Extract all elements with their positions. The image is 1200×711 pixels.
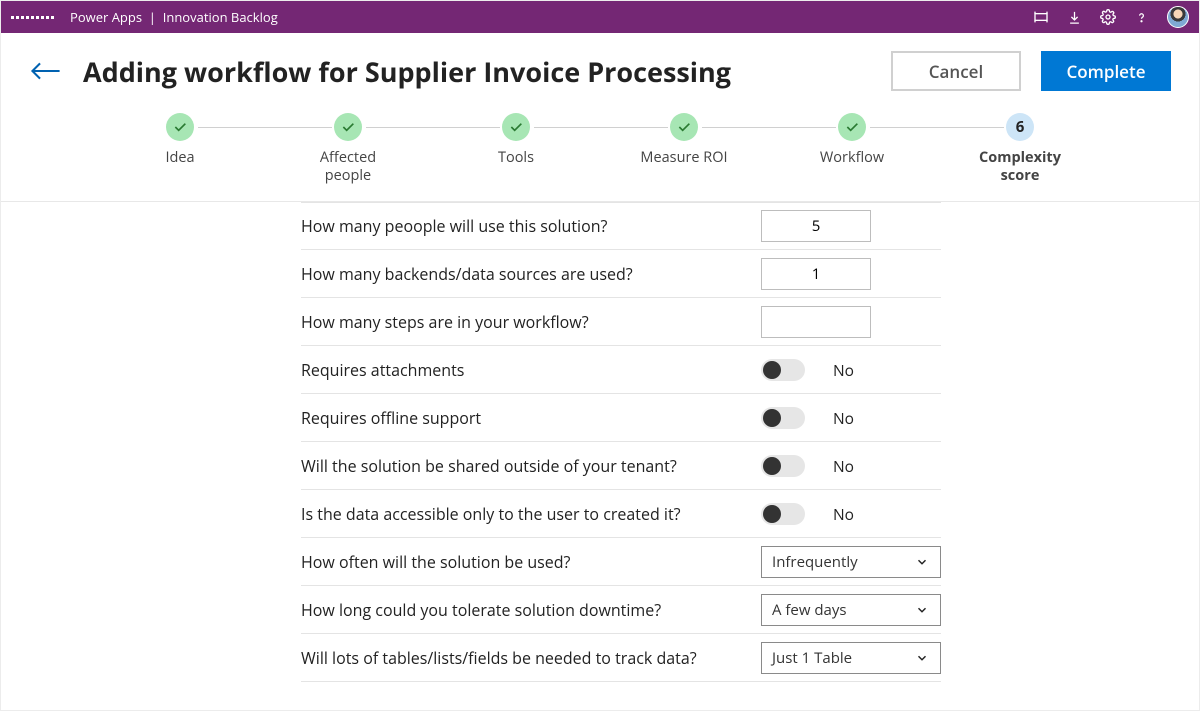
- user-avatar[interactable]: [1167, 6, 1189, 28]
- row-people-count: How many peoople will use this solution?: [301, 202, 941, 250]
- chevron-down-icon: [914, 555, 930, 569]
- help-icon[interactable]: [1134, 10, 1149, 25]
- step-affected-people[interactable]: Affected people: [303, 113, 393, 185]
- attachments-toggle[interactable]: [761, 359, 805, 381]
- field-label: How often will the solution be used?: [301, 551, 761, 573]
- download-icon[interactable]: [1067, 10, 1082, 25]
- tables-needed-select[interactable]: Just 1 Table: [761, 642, 941, 674]
- data-access-toggle[interactable]: [761, 503, 805, 525]
- wizard-stepper: Idea Affected people Tools Measure ROI W…: [1, 107, 1199, 202]
- backends-count-input[interactable]: [761, 258, 871, 290]
- row-attachments: Requires attachments No: [301, 346, 941, 394]
- step-number-badge: 6: [1006, 113, 1034, 141]
- check-icon: [838, 113, 866, 141]
- check-icon: [334, 113, 362, 141]
- field-label: How many backends/data sources are used?: [301, 263, 761, 285]
- row-tables-needed: Will lots of tables/lists/fields be need…: [301, 634, 941, 682]
- toggle-value-label: No: [833, 359, 854, 381]
- select-value: Just 1 Table: [772, 648, 852, 668]
- shared-outside-toggle[interactable]: [761, 455, 805, 477]
- downtime-tolerance-select[interactable]: A few days: [761, 594, 941, 626]
- row-data-access: Is the data accessible only to the user …: [301, 490, 941, 538]
- offline-toggle[interactable]: [761, 407, 805, 429]
- field-label: Will the solution be shared outside of y…: [301, 455, 761, 477]
- toggle-value-label: No: [833, 503, 854, 525]
- page-title: Adding workflow for Supplier Invoice Pro…: [83, 53, 871, 90]
- chevron-down-icon: [914, 603, 930, 617]
- row-offline: Requires offline support No: [301, 394, 941, 442]
- app-title: Power Apps | Innovation Backlog: [70, 8, 278, 26]
- back-arrow-icon[interactable]: [29, 58, 63, 84]
- field-label: How many steps are in your workflow?: [301, 311, 761, 333]
- row-steps-count: How many steps are in your workflow?: [301, 298, 941, 346]
- chevron-down-icon: [914, 651, 930, 665]
- page-header: Adding workflow for Supplier Invoice Pro…: [1, 33, 1199, 107]
- step-tools[interactable]: Tools: [471, 113, 561, 185]
- step-measure-roi[interactable]: Measure ROI: [639, 113, 729, 185]
- check-icon: [670, 113, 698, 141]
- row-usage-frequency: How often will the solution be used? Inf…: [301, 538, 941, 586]
- row-backends-count: How many backends/data sources are used?: [301, 250, 941, 298]
- step-workflow[interactable]: Workflow: [807, 113, 897, 185]
- select-value: Infrequently: [772, 552, 858, 572]
- field-label: Requires offline support: [301, 407, 761, 429]
- step-complexity-score[interactable]: 6 Complexity score: [975, 113, 1065, 185]
- settings-gear-icon[interactable]: [1100, 9, 1116, 25]
- field-label: Requires attachments: [301, 359, 761, 381]
- steps-count-input[interactable]: [761, 306, 871, 338]
- fit-screen-icon[interactable]: [1033, 9, 1049, 25]
- complexity-form: How many peoople will use this solution?…: [1, 202, 1199, 682]
- step-idea[interactable]: Idea: [135, 113, 225, 185]
- people-count-input[interactable]: [761, 210, 871, 242]
- check-icon: [166, 113, 194, 141]
- field-label: Will lots of tables/lists/fields be need…: [301, 647, 761, 669]
- toggle-value-label: No: [833, 455, 854, 477]
- complete-button[interactable]: Complete: [1041, 51, 1171, 91]
- field-label: Is the data accessible only to the user …: [301, 503, 761, 525]
- select-value: A few days: [772, 600, 847, 620]
- field-label: How many peoople will use this solution?: [301, 215, 761, 237]
- row-shared-outside: Will the solution be shared outside of y…: [301, 442, 941, 490]
- top-app-bar: Power Apps | Innovation Backlog: [1, 1, 1199, 33]
- cancel-button[interactable]: Cancel: [891, 51, 1021, 91]
- check-icon: [502, 113, 530, 141]
- usage-frequency-select[interactable]: Infrequently: [761, 546, 941, 578]
- app-launcher-icon[interactable]: [11, 16, 54, 19]
- toggle-value-label: No: [833, 407, 854, 429]
- field-label: How long could you tolerate solution dow…: [301, 599, 761, 621]
- row-downtime-tolerance: How long could you tolerate solution dow…: [301, 586, 941, 634]
